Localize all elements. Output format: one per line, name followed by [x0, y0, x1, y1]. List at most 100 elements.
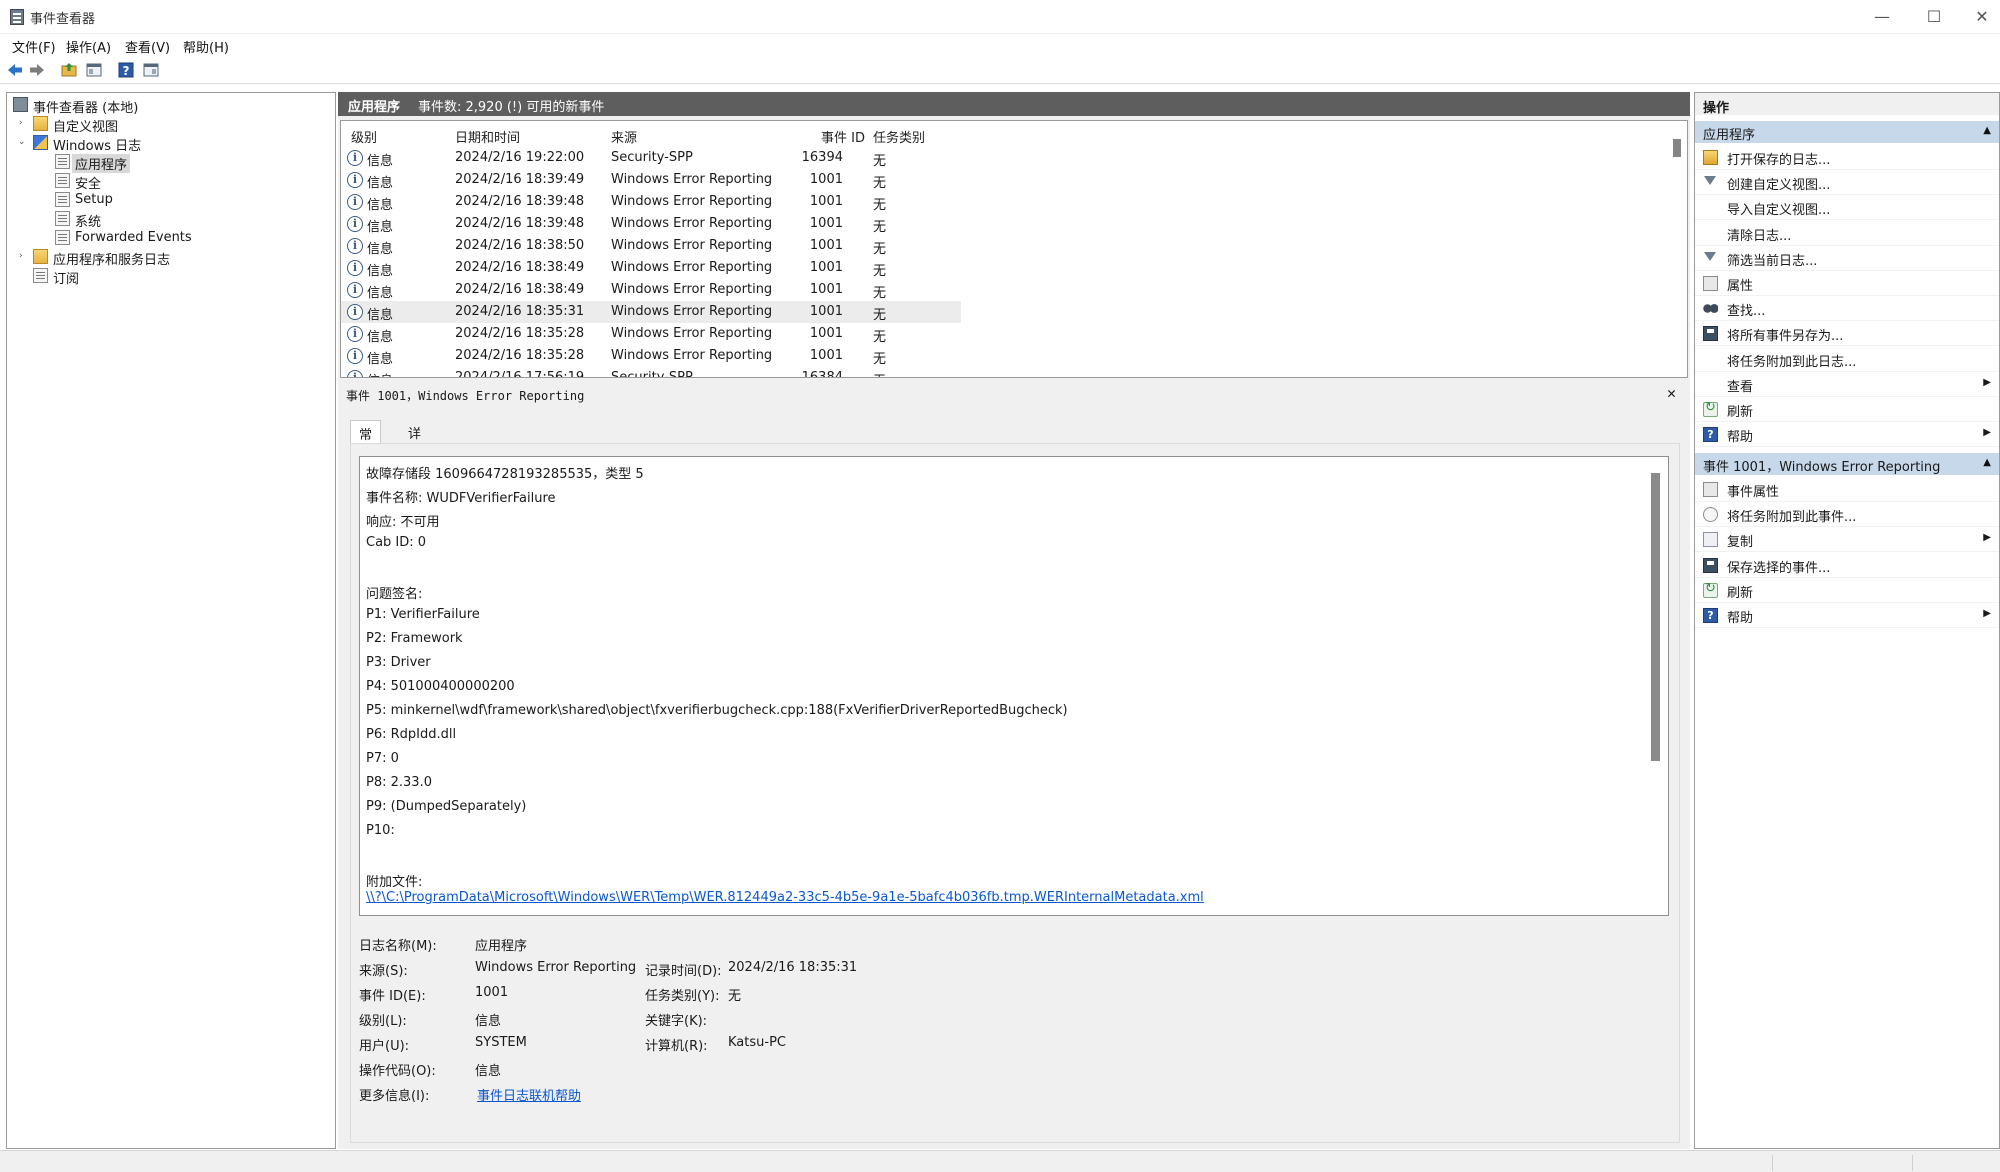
- cell-source: Windows Error Reporting: [611, 348, 773, 363]
- tab-details[interactable]: 详细信息: [400, 420, 429, 499]
- event-id-value: 1001: [475, 985, 509, 1000]
- more-info-label: 更多信息(I):: [359, 1089, 430, 1104]
- description-scrollbar[interactable]: [1651, 473, 1660, 761]
- log-name-label: 日志名称(M):: [359, 939, 437, 954]
- maximize-button[interactable]: ☐: [1910, 0, 1958, 34]
- log-icon: [55, 192, 70, 207]
- description-line: P4: 501000400000200: [366, 679, 515, 694]
- action-item[interactable]: 导入自定义视图...: [1695, 195, 1999, 221]
- cell-datetime: 2024/2/16 18:35:28: [455, 326, 585, 341]
- action-item[interactable]: 打开保存的日志...: [1695, 145, 1999, 170]
- minimize-button[interactable]: —: [1858, 0, 1906, 34]
- table-row[interactable]: i 信息 2024/2/16 18:39:49 Windows Error Repor…: [341, 169, 961, 191]
- cell-id: 1001: [809, 348, 843, 363]
- tab-general[interactable]: 常规: [350, 420, 382, 462]
- action-item[interactable]: 将所有事件另存为...: [1695, 321, 1999, 347]
- action-item[interactable]: 查找...: [1695, 296, 1999, 322]
- cell-level: 信息: [367, 154, 394, 169]
- cell-datetime: 2024/2/16 18:39:48: [455, 194, 585, 209]
- cell-source: Windows Error Reporting: [611, 260, 773, 275]
- action-item[interactable]: 创建自定义视图...: [1695, 170, 1999, 196]
- show-hide-tree-icon[interactable]: [85, 61, 103, 79]
- column-task-category[interactable]: 任务类别: [873, 127, 925, 146]
- close-window-button[interactable]: ✕: [1958, 0, 2000, 34]
- action-label: 将任务附加到此事件...: [1727, 510, 1857, 526]
- more-info-link[interactable]: 事件日志联机帮助: [477, 1085, 581, 1104]
- table-row[interactable]: i 信息 2024/2/16 18:35:28 Windows Error Repor…: [341, 323, 961, 345]
- cell-source: Windows Error Reporting: [611, 304, 773, 319]
- action-label: 保存选择的事件...: [1727, 560, 1831, 576]
- table-row[interactable]: i 信息 2024/2/16 18:35:31 Windows Error Repor…: [341, 301, 961, 323]
- action-item[interactable]: ? 帮助 ▶: [1695, 422, 1999, 448]
- action-label: 帮助: [1727, 430, 1754, 446]
- cell-id: 16384: [801, 370, 843, 378]
- collapse-chevron-icon[interactable]: ⌄: [18, 135, 28, 149]
- action-open-icon: [1703, 150, 1718, 165]
- action-item[interactable]: 复制 ▶: [1695, 527, 1999, 553]
- info-icon: i: [347, 194, 363, 210]
- tree-item-label: 自定义视图: [53, 120, 119, 135]
- user-value: SYSTEM: [475, 1035, 527, 1050]
- action-item[interactable]: 筛选当前日志...: [1695, 246, 1999, 271]
- table-row[interactable]: i 信息 2024/2/16 19:22:00 Security-SPP 16394 无: [341, 147, 961, 169]
- actions-section-event[interactable]: 事件 1001，Windows Error Reporting ▲: [1695, 453, 1999, 475]
- cell-task: 无: [873, 198, 887, 213]
- cell-task: 无: [873, 370, 886, 377]
- cell-datetime: 2024/2/16 18:38:49: [455, 260, 585, 275]
- action-item[interactable]: 属性: [1695, 271, 1999, 296]
- table-row[interactable]: i 信息 2024/2/16 18:39:48 Windows Error Repor…: [341, 191, 961, 213]
- table-row[interactable]: i 信息 2024/2/16 18:35:28 Windows Error Repor…: [341, 345, 961, 367]
- action-label: 查看: [1727, 379, 1754, 395]
- action-item[interactable]: 保存选择的事件...: [1695, 553, 1999, 578]
- description-line: P6: RdpIdd.dll: [366, 727, 457, 742]
- action-item[interactable]: 将任务附加到此日志...: [1695, 347, 1999, 372]
- collapse-triangle-icon[interactable]: ▲: [1983, 457, 1991, 468]
- column-datetime[interactable]: 日期和时间: [455, 127, 520, 146]
- detail-general-panel: 故障存储段 1609664728193285535，类型 5 事件名称: WUDF…: [350, 443, 1680, 1143]
- action-item[interactable]: 将任务附加到此事件...: [1695, 502, 1999, 528]
- action-label: 查找...: [1727, 304, 1766, 320]
- expand-chevron-icon[interactable]: ›: [19, 249, 29, 263]
- action-item[interactable]: 刷新: [1695, 578, 1999, 603]
- column-event-id[interactable]: 事件 ID: [821, 127, 865, 146]
- forward-icon[interactable]: [28, 61, 46, 79]
- help-icon[interactable]: ?: [117, 61, 135, 79]
- show-hide-action-icon[interactable]: [142, 61, 160, 79]
- cell-id: 1001: [809, 260, 843, 275]
- action-item[interactable]: 查看 ▶: [1695, 372, 1999, 397]
- action-item[interactable]: 刷新: [1695, 397, 1999, 422]
- actions-section-application[interactable]: 应用程序 ▲: [1695, 121, 1999, 143]
- cell-task: 无: [873, 330, 887, 345]
- menu-view[interactable]: 查看(V): [125, 37, 170, 56]
- cell-level: 信息: [367, 220, 394, 235]
- menu-file[interactable]: 文件(F): [12, 37, 56, 56]
- table-row[interactable]: i 信息 2024/2/16 18:38:49 Windows Error Repor…: [341, 279, 961, 301]
- action-item[interactable]: ? 帮助 ▶: [1695, 603, 1999, 628]
- events-scrollbar[interactable]: [1673, 139, 1681, 157]
- back-icon[interactable]: [6, 61, 24, 79]
- attachment-link[interactable]: \\?\C:\ProgramData\Microsoft\Windows\WER…: [366, 890, 1204, 905]
- actions-pane: 操作 应用程序 ▲ 打开保存的日志... 创建自定义视图... 导入自定义视图...…: [1694, 92, 2000, 1149]
- expand-chevron-icon[interactable]: ›: [19, 116, 29, 130]
- computer-value: Katsu-PC: [728, 1035, 786, 1050]
- toolbar: ?: [0, 56, 2000, 84]
- action-item[interactable]: 事件属性: [1695, 477, 1999, 502]
- event-description[interactable]: 故障存储段 1609664728193285535，类型 5 事件名称: WUDF…: [359, 456, 1669, 916]
- menu-action[interactable]: 操作(A): [66, 37, 111, 56]
- action-help-icon: ?: [1703, 608, 1718, 623]
- close-detail-icon[interactable]: ✕: [1667, 384, 1676, 402]
- table-row[interactable]: i 信息 2024/2/16 18:38:50 Windows Error Repor…: [341, 235, 961, 257]
- cell-level: 信息: [367, 352, 394, 367]
- up-folder-icon[interactable]: [60, 61, 78, 79]
- table-row[interactable]: i 信息 2024/2/16 18:39:48 Windows Error Repor…: [341, 213, 961, 235]
- collapse-triangle-icon[interactable]: ▲: [1983, 125, 1991, 136]
- opcode-value: 信息: [475, 1064, 502, 1079]
- log-icon: [55, 154, 70, 169]
- cell-source: Windows Error Reporting: [611, 216, 773, 231]
- table-row[interactable]: i 信息 2024/2/16 17:56:19 Security-SPP 16384 无: [341, 367, 961, 378]
- column-level[interactable]: 级别: [351, 127, 377, 146]
- menu-help[interactable]: 帮助(H): [183, 37, 229, 56]
- action-item[interactable]: 清除日志...: [1695, 221, 1999, 246]
- table-row[interactable]: i 信息 2024/2/16 18:38:49 Windows Error Repor…: [341, 257, 961, 279]
- column-source[interactable]: 来源: [611, 127, 637, 146]
